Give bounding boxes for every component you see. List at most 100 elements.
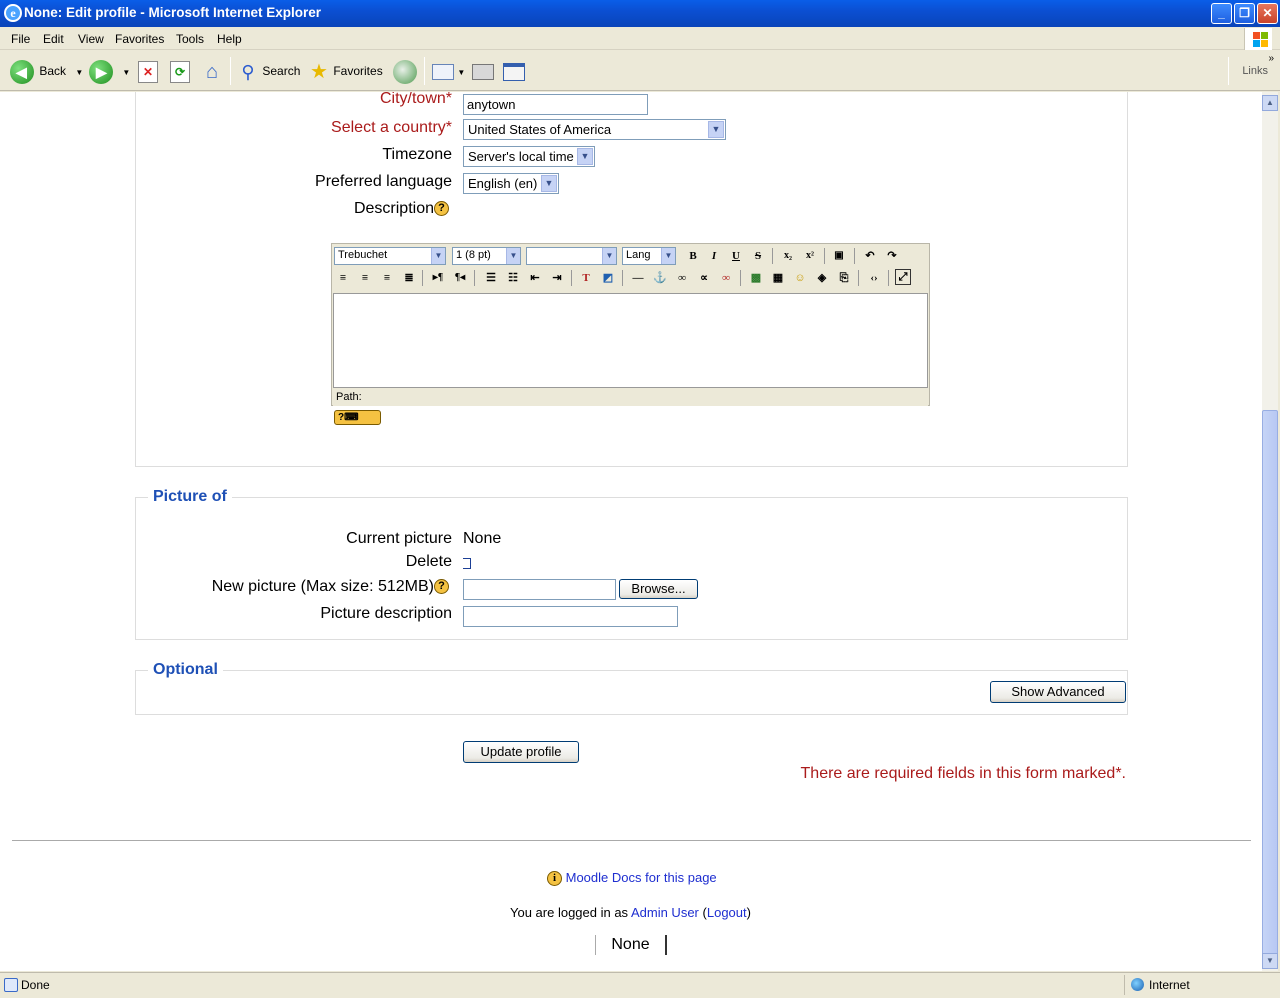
font-select[interactable]: Trebuchet ▼ — [334, 247, 446, 265]
bold-icon[interactable]: B — [684, 247, 702, 265]
text-color-icon[interactable]: T — [577, 269, 595, 287]
horizontal-rule-icon[interactable]: — — [629, 269, 647, 287]
unlink-icon[interactable]: ∝ — [695, 269, 713, 287]
new-picture-label-text: New picture (Max size: 512MB) — [211, 578, 434, 595]
menu-file[interactable]: File — [11, 32, 30, 46]
maximize-button[interactable]: ❐ — [1234, 3, 1255, 24]
page-content: City/town* anytown Select a country* Uni… — [0, 92, 1262, 971]
ltr-icon[interactable]: ▸¶ — [429, 269, 447, 287]
menu-help[interactable]: Help — [217, 32, 242, 46]
superscript-icon[interactable]: x² — [801, 247, 819, 265]
mail-button[interactable]: ▼ — [432, 57, 465, 85]
logout-link[interactable]: Logout — [707, 905, 747, 920]
align-right-icon[interactable]: ≡ — [378, 269, 396, 287]
vertical-scrollbar[interactable]: ▲ ▼ — [1262, 92, 1278, 971]
status-bar: Done Internet — [0, 972, 1280, 998]
language-select[interactable]: English (en) ▼ — [463, 173, 559, 194]
city-input[interactable]: anytown — [463, 94, 648, 115]
scroll-down-arrow-icon[interactable]: ▼ — [1262, 953, 1278, 969]
favorites-button[interactable]: ★ Favorites — [308, 57, 383, 85]
keyboard-help-icon[interactable]: ?⌨ — [334, 410, 381, 425]
browse-button[interactable]: Browse... — [619, 579, 698, 599]
print-icon — [472, 63, 494, 80]
indent-icon[interactable]: ⇥ — [548, 269, 566, 287]
picture-legend: Picture of — [148, 488, 232, 506]
favorites-label: Favorites — [333, 64, 383, 78]
show-advanced-button[interactable]: Show Advanced — [990, 681, 1126, 703]
menu-favorites[interactable]: Favorites — [115, 32, 164, 46]
undo-icon[interactable]: ↶ — [861, 247, 879, 265]
special-char-icon[interactable]: ◈ — [813, 269, 831, 287]
links-toolbar[interactable]: Links — [1242, 65, 1268, 77]
insert-table-icon[interactable]: ▦ — [769, 269, 787, 287]
mail-dropdown-icon: ▼ — [457, 68, 466, 77]
menu-edit[interactable]: Edit — [43, 32, 64, 46]
chevron-right-icon[interactable]: » — [1268, 53, 1274, 64]
stop-icon: ✕ — [138, 60, 158, 83]
insert-image-icon[interactable]: ▩ — [747, 269, 765, 287]
lang-value: Lang — [626, 249, 651, 261]
background-color-icon[interactable]: ◩ — [599, 269, 617, 287]
link-icon[interactable]: ∞ — [673, 269, 691, 287]
delete-checkbox[interactable] — [463, 558, 471, 569]
picture-description-input[interactable] — [463, 606, 678, 627]
rtl-icon[interactable]: ¶◂ — [451, 269, 469, 287]
timezone-select[interactable]: Server's local time ▼ — [463, 146, 595, 167]
size-select[interactable]: 1 (8 pt) ▼ — [452, 247, 521, 265]
scrollbar-thumb[interactable] — [1262, 410, 1278, 955]
fullscreen-icon[interactable]: ⤢ — [895, 269, 911, 285]
chevron-down-icon: ▼ — [708, 121, 724, 138]
align-left-icon[interactable]: ≡ — [334, 269, 352, 287]
align-center-icon[interactable]: ≡ — [356, 269, 374, 287]
edit-button[interactable] — [503, 57, 525, 85]
format-select[interactable]: ▼ — [526, 247, 617, 265]
scroll-up-arrow-icon[interactable]: ▲ — [1262, 95, 1278, 111]
menu-bar: File Edit View Favorites Tools Help — [0, 27, 1280, 50]
ordered-list-icon[interactable]: ☰ — [482, 269, 500, 287]
print-button[interactable] — [472, 57, 494, 85]
history-button[interactable] — [393, 57, 417, 85]
chevron-down-icon: ▼ — [541, 175, 557, 192]
update-profile-button[interactable]: Update profile — [463, 741, 579, 763]
search-label: Search — [262, 64, 301, 78]
outdent-icon[interactable]: ⇤ — [526, 269, 544, 287]
search-replace-icon[interactable]: ⎘ — [835, 269, 853, 287]
new-picture-file-input[interactable] — [463, 579, 616, 600]
logged-in-text: You are logged in as — [510, 905, 629, 920]
unordered-list-icon[interactable]: ☷ — [504, 269, 522, 287]
help-icon[interactable]: ? — [434, 201, 449, 217]
justify-icon[interactable]: ≣ — [400, 269, 418, 287]
edit-page-icon — [503, 62, 525, 81]
smiley-icon[interactable]: ☺ — [791, 269, 809, 287]
anchor-icon[interactable]: ⚓ — [651, 269, 669, 287]
lang-select[interactable]: Lang ▼ — [622, 247, 676, 265]
italic-icon[interactable]: I — [705, 247, 723, 265]
search-button[interactable]: ⚲ Search — [237, 57, 300, 85]
subscript-icon[interactable]: x₂ — [779, 247, 797, 265]
editor-text-area[interactable] — [333, 293, 928, 388]
redo-icon[interactable]: ↷ — [883, 247, 901, 265]
back-button[interactable]: ◀ Back ▼ — [10, 57, 83, 85]
html-source-icon[interactable]: ‹› — [865, 269, 883, 287]
clean-word-icon[interactable]: ▣ — [830, 247, 848, 265]
stop-button[interactable]: ✕ — [138, 57, 158, 85]
country-select[interactable]: United States of America ▼ — [463, 119, 726, 140]
refresh-button[interactable]: ⟳ — [170, 57, 190, 85]
menu-tools[interactable]: Tools — [176, 32, 204, 46]
minimize-button[interactable]: _ — [1211, 3, 1232, 24]
mail-icon — [432, 63, 454, 80]
user-link[interactable]: Admin User — [631, 905, 699, 920]
forward-button[interactable]: ▶ ▼ — [89, 57, 130, 85]
docs-link-row: i Moodle Docs for this page — [547, 870, 717, 887]
home-course-link[interactable]: None — [595, 935, 667, 955]
forward-dropdown-icon: ▼ — [122, 68, 131, 77]
search-icon: ⚲ — [241, 61, 255, 82]
home-button[interactable]: ⌂ — [200, 57, 224, 85]
nolink-icon[interactable]: ∞ — [717, 269, 735, 287]
underline-icon[interactable]: U — [727, 247, 745, 265]
strikethrough-icon[interactable]: S — [749, 247, 767, 265]
moodle-docs-link[interactable]: Moodle Docs for this page — [566, 870, 717, 885]
menu-view[interactable]: View — [78, 32, 104, 46]
help-icon[interactable]: ? — [434, 579, 449, 595]
close-button[interactable]: ✕ — [1257, 3, 1278, 24]
